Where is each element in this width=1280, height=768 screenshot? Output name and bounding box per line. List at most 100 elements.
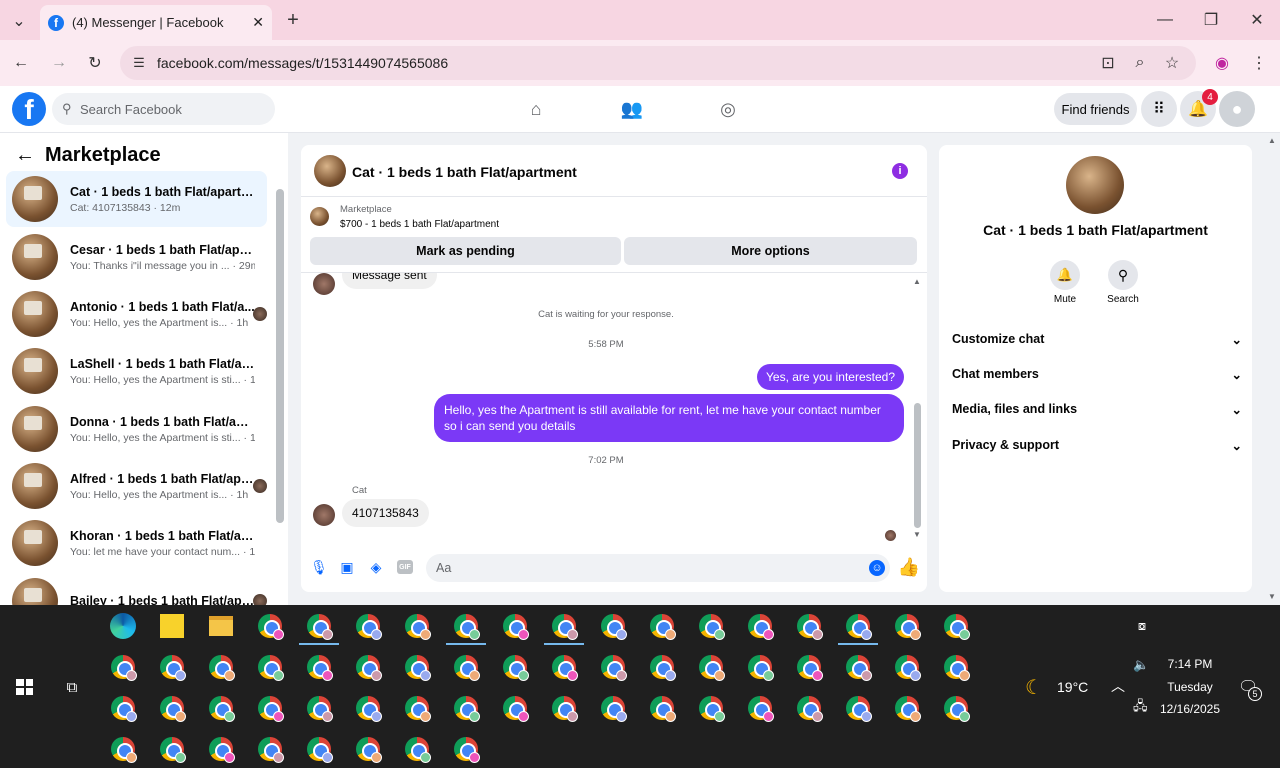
chrome-profile-icon[interactable] (209, 737, 235, 763)
clock-date[interactable]: 12/16/2025 (1150, 702, 1230, 716)
more-options-button[interactable]: More options (624, 237, 917, 265)
chrome-profile-icon[interactable] (650, 655, 676, 681)
message-bubble-out[interactable]: Hello, yes the Apartment is still availa… (434, 394, 904, 442)
sticker-icon[interactable]: ◈ (367, 558, 385, 576)
account-avatar[interactable]: ● (1219, 91, 1255, 127)
chrome-profile-icon[interactable] (895, 614, 921, 640)
clock-time[interactable]: 7:14 PM (1150, 657, 1230, 671)
conversation-row[interactable]: Donna · 1 beds 1 bath Flat/apart... You: … (6, 401, 267, 457)
menu-grid-icon[interactable]: ⠿ (1141, 91, 1177, 127)
sidebar-scrollbar[interactable] (276, 189, 284, 523)
new-tab-icon[interactable]: + (282, 9, 304, 31)
chrome-profile-icon[interactable] (307, 655, 333, 681)
chrome-profile-icon[interactable] (503, 655, 529, 681)
conversation-row[interactable]: Alfred · 1 beds 1 bath Flat/apa... You: H… (6, 458, 267, 514)
chrome-profile-icon[interactable] (307, 737, 333, 763)
edge-icon[interactable] (110, 613, 136, 639)
conversation-row[interactable]: Cesar · 1 beds 1 bath Flat/apart... You: … (6, 229, 267, 285)
sticky-notes-icon[interactable] (160, 614, 184, 638)
install-app-icon[interactable]: ⊡ (1098, 53, 1118, 73)
chrome-profile-icon[interactable] (503, 696, 529, 722)
privacy-support-option[interactable]: Privacy & support ⌄ (952, 438, 1242, 453)
chrome-profile-icon[interactable] (601, 614, 627, 640)
chrome-profile-icon[interactable] (797, 655, 823, 681)
chrome-profile-icon[interactable] (748, 696, 774, 722)
customize-chat-option[interactable]: Customize chat ⌄ (952, 332, 1242, 347)
scroll-up-icon[interactable]: ▲ (913, 277, 921, 286)
tab-close-icon[interactable]: ✕ (252, 14, 264, 31)
gif-icon[interactable]: GIF (397, 560, 413, 574)
volume-icon[interactable]: 🔈 (1133, 657, 1149, 673)
find-friends-button[interactable]: Find friends (1054, 93, 1137, 125)
zoom-icon[interactable]: ⌕ (1130, 53, 1150, 73)
minimize-icon[interactable]: — (1154, 9, 1176, 31)
address-bar[interactable]: ☰ facebook.com/messages/t/15314490745650… (120, 46, 1196, 80)
chrome-profile-icon[interactable] (111, 737, 137, 763)
chrome-profile-icon[interactable] (797, 614, 823, 640)
mute-button[interactable]: 🔔 (1050, 260, 1080, 290)
chrome-profile-icon[interactable] (699, 614, 725, 640)
facebook-search-input[interactable]: ⚲ Search Facebook (52, 93, 275, 125)
chrome-profile-icon[interactable] (160, 655, 186, 681)
file-explorer-icon[interactable] (209, 616, 233, 636)
search-in-chat-button[interactable]: ⚲ (1108, 260, 1138, 290)
chrome-profile-icon[interactable] (944, 696, 970, 722)
menu-kebab-icon[interactable]: ⋮ (1248, 52, 1270, 74)
windows-start-icon[interactable] (16, 679, 33, 695)
chrome-profile-icon[interactable] (356, 655, 382, 681)
chrome-profile-icon[interactable] (258, 737, 284, 763)
chat-avatar[interactable] (314, 155, 346, 187)
message-bubble-in[interactable]: 4107135843 (342, 499, 429, 527)
restore-icon[interactable]: ❐ (1200, 9, 1222, 31)
task-view-icon[interactable]: ⧉ (62, 677, 82, 697)
chrome-profile-icon[interactable] (356, 696, 382, 722)
chrome-profile-icon[interactable] (454, 737, 480, 763)
profile-icon[interactable]: ◉ (1211, 52, 1233, 74)
chrome-profile-icon[interactable] (356, 737, 382, 763)
chrome-profile-icon[interactable] (601, 696, 627, 722)
chrome-profile-icon[interactable] (748, 614, 774, 640)
chrome-profile-icon[interactable] (258, 614, 284, 640)
groups-icon[interactable]: ◎ (716, 97, 740, 121)
scroll-down-icon[interactable]: ▼ (913, 530, 921, 539)
mark-as-pending-button[interactable]: Mark as pending (310, 237, 621, 265)
page-scroll-up-icon[interactable]: ▲ (1268, 136, 1276, 145)
meet-now-icon[interactable]: ⧇ (1133, 617, 1151, 635)
chrome-profile-icon[interactable] (944, 614, 970, 640)
chrome-profile-icon[interactable] (846, 696, 872, 722)
reload-icon[interactable]: ↻ (84, 52, 106, 74)
chrome-profile-icon[interactable] (307, 614, 333, 640)
message-input[interactable]: Aa (426, 554, 890, 582)
back-arrow-icon[interactable]: ← (14, 144, 36, 166)
info-icon[interactable]: i (892, 163, 908, 179)
site-info-icon[interactable]: ☰ (130, 54, 148, 72)
chrome-profile-icon[interactable] (895, 696, 921, 722)
photo-icon[interactable]: ▣ (338, 558, 356, 576)
chrome-profile-icon[interactable] (356, 614, 382, 640)
chat-title[interactable]: Cat · 1 beds 1 bath Flat/apartment (352, 164, 577, 180)
chat-members-option[interactable]: Chat members ⌄ (952, 367, 1242, 382)
chrome-profile-icon[interactable] (503, 614, 529, 640)
chrome-profile-icon[interactable] (699, 655, 725, 681)
conversation-row[interactable]: Cat · 1 beds 1 bath Flat/apartment Cat: 4… (6, 171, 267, 227)
conversation-row[interactable]: Khoran · 1 beds 1 bath Flat/apar... You: … (6, 515, 267, 571)
message-bubble-in[interactable]: Message sent (342, 273, 437, 289)
conversation-row[interactable]: Antonio · 1 beds 1 bath Flat/a... You: He… (6, 286, 267, 342)
chrome-profile-icon[interactable] (111, 655, 137, 681)
chrome-profile-icon[interactable] (552, 655, 578, 681)
chrome-profile-icon[interactable] (650, 696, 676, 722)
message-bubble-out[interactable]: Yes, are you interested? (757, 364, 904, 390)
chrome-profile-icon[interactable] (944, 655, 970, 681)
browser-tab[interactable]: f (4) Messenger | Facebook ✕ (40, 5, 272, 40)
chrome-profile-icon[interactable] (846, 655, 872, 681)
chrome-profile-icon[interactable] (601, 655, 627, 681)
chrome-profile-icon[interactable] (405, 696, 431, 722)
conversation-row[interactable]: LaShell · 1 beds 1 bath Flat/apar... You:… (6, 343, 267, 399)
chrome-profile-icon[interactable] (846, 614, 872, 640)
like-thumb-icon[interactable]: 👍 (898, 557, 920, 577)
chrome-profile-icon[interactable] (405, 614, 431, 640)
tab-search-icon[interactable]: ⌄ (8, 10, 30, 32)
page-scroll-down-icon[interactable]: ▼ (1268, 592, 1276, 601)
friends-icon[interactable]: 👥 (620, 97, 644, 121)
messages-scrollbar[interactable] (914, 403, 921, 528)
